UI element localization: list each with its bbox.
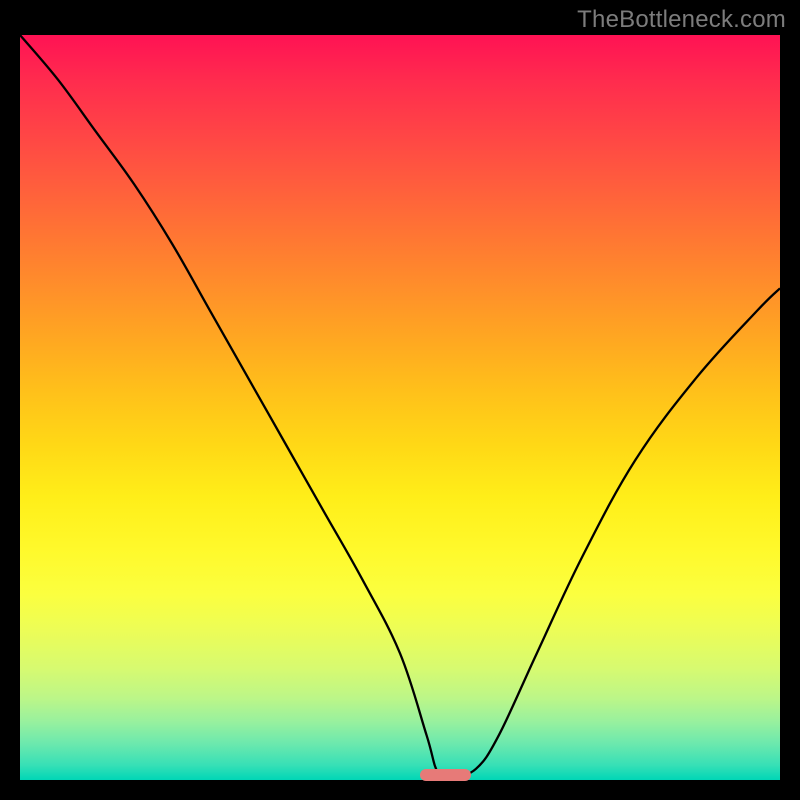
- plot-area: [20, 35, 780, 780]
- watermark-text: TheBottleneck.com: [577, 6, 786, 34]
- chart-frame: TheBottleneck.com: [0, 0, 800, 800]
- optimal-marker: [420, 769, 472, 781]
- bottleneck-curve: [20, 35, 780, 780]
